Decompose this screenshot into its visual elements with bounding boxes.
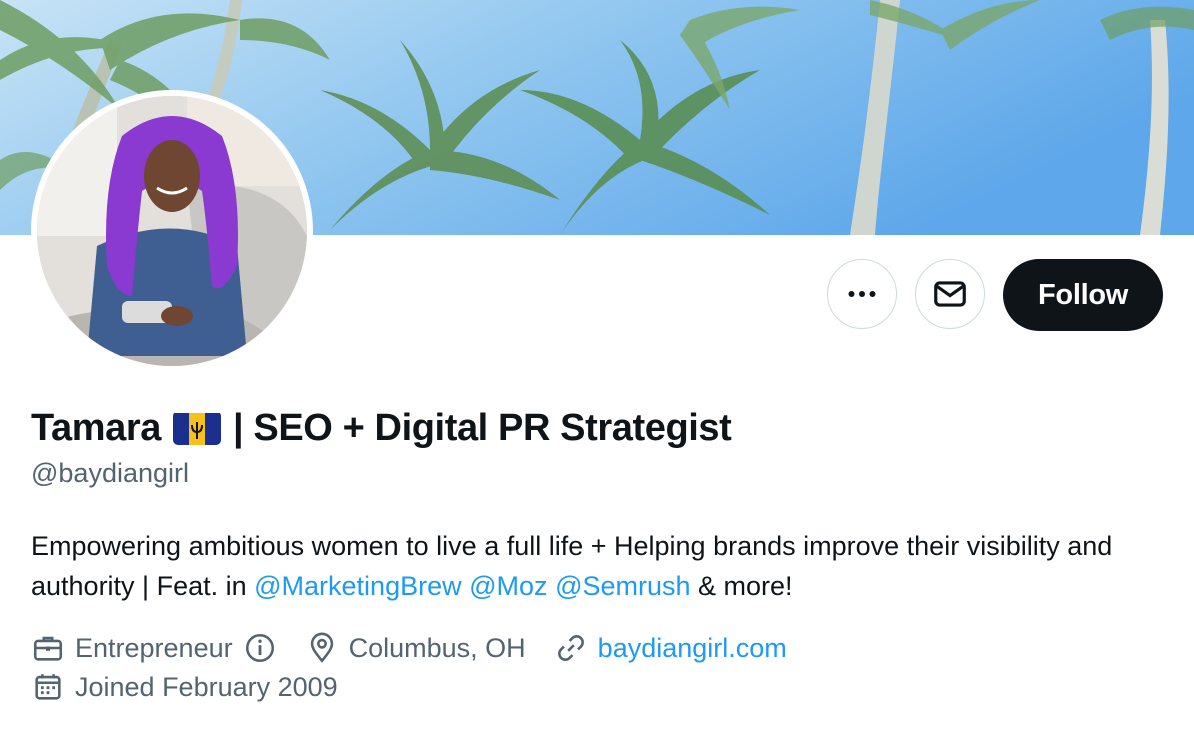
- display-name-title: | SEO + Digital PR Strategist: [232, 407, 732, 449]
- mention-link[interactable]: @Moz: [469, 571, 547, 601]
- location-label: Columbus, OH: [348, 633, 526, 663]
- joined-item: Joined February 2009: [31, 669, 338, 705]
- message-button[interactable]: [915, 259, 985, 329]
- info-icon[interactable]: [243, 631, 277, 665]
- briefcase-icon: [31, 631, 65, 665]
- more-options-icon: [848, 291, 876, 297]
- profile-bio: Empowering ambitious women to live a ful…: [31, 526, 1161, 606]
- category-label: Entrepreneur: [75, 633, 233, 663]
- mention-link[interactable]: @MarketingBrew: [254, 571, 461, 601]
- more-options-button[interactable]: [827, 259, 897, 329]
- profile-meta: Entrepreneur Columbus, OH baydiangirl.co…: [31, 630, 815, 666]
- link-icon: [554, 631, 588, 665]
- profile-avatar[interactable]: [31, 90, 313, 372]
- profile-page: Follow Tamara | SEO + Digital PR Strateg…: [0, 0, 1194, 740]
- display-name: Tamara | SEO + Digital PR Strategist: [31, 404, 732, 452]
- location-item: Columbus, OH: [305, 630, 526, 666]
- envelope-icon: [934, 281, 966, 307]
- joined-label: Joined February 2009: [75, 672, 338, 702]
- barbados-flag-icon: [172, 411, 221, 445]
- bio-text-end: & more!: [690, 571, 793, 601]
- category-item: Entrepreneur: [31, 630, 277, 666]
- website-link[interactable]: baydiangirl.com: [598, 630, 787, 666]
- follow-button[interactable]: Follow: [1003, 259, 1163, 331]
- profile-handle: @baydiangirl: [31, 458, 189, 488]
- mention-link[interactable]: @Semrush: [555, 571, 690, 601]
- avatar-image: [37, 96, 307, 366]
- display-name-first: Tamara: [31, 407, 161, 449]
- website-item: baydiangirl.com: [554, 630, 787, 666]
- joined-row: Joined February 2009: [31, 669, 366, 705]
- location-pin-icon: [305, 631, 339, 665]
- calendar-icon: [31, 670, 65, 704]
